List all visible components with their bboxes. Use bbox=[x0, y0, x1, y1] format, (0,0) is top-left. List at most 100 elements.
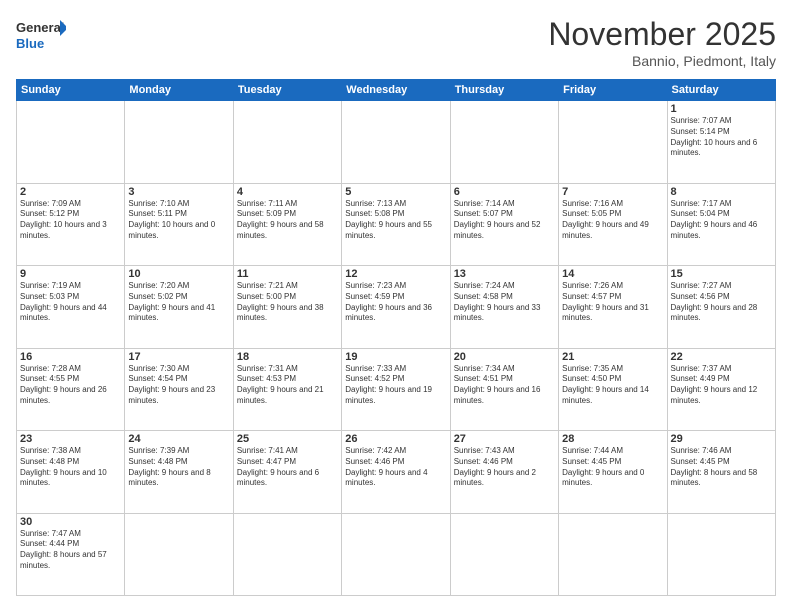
empty-cell bbox=[450, 513, 558, 596]
svg-text:General: General bbox=[16, 20, 64, 35]
day-info: Sunrise: 7:39 AM Sunset: 4:48 PM Dayligh… bbox=[128, 446, 229, 489]
day-info: Sunrise: 7:07 AM Sunset: 5:14 PM Dayligh… bbox=[671, 116, 772, 159]
day-cell-11: 11Sunrise: 7:21 AM Sunset: 5:00 PM Dayli… bbox=[233, 266, 341, 349]
day-cell-15: 15Sunrise: 7:27 AM Sunset: 4:56 PM Dayli… bbox=[667, 266, 775, 349]
weekday-header-row: SundayMondayTuesdayWednesdayThursdayFrid… bbox=[17, 80, 776, 101]
day-number: 17 bbox=[128, 351, 229, 363]
week-row-5: 30Sunrise: 7:47 AM Sunset: 4:44 PM Dayli… bbox=[17, 513, 776, 596]
day-cell-8: 8Sunrise: 7:17 AM Sunset: 5:04 PM Daylig… bbox=[667, 183, 775, 266]
day-cell-1: 1Sunrise: 7:07 AM Sunset: 5:14 PM Daylig… bbox=[667, 101, 775, 184]
day-number: 14 bbox=[562, 268, 663, 280]
day-number: 7 bbox=[562, 186, 663, 198]
day-cell-25: 25Sunrise: 7:41 AM Sunset: 4:47 PM Dayli… bbox=[233, 431, 341, 514]
empty-cell bbox=[233, 513, 341, 596]
day-cell-5: 5Sunrise: 7:13 AM Sunset: 5:08 PM Daylig… bbox=[342, 183, 450, 266]
day-number: 4 bbox=[237, 186, 338, 198]
day-cell-16: 16Sunrise: 7:28 AM Sunset: 4:55 PM Dayli… bbox=[17, 348, 125, 431]
empty-cell bbox=[450, 101, 558, 184]
weekday-header-monday: Monday bbox=[125, 80, 233, 101]
location: Bannio, Piedmont, Italy bbox=[548, 53, 776, 69]
day-number: 24 bbox=[128, 433, 229, 445]
day-cell-3: 3Sunrise: 7:10 AM Sunset: 5:11 PM Daylig… bbox=[125, 183, 233, 266]
day-number: 26 bbox=[345, 433, 446, 445]
day-cell-23: 23Sunrise: 7:38 AM Sunset: 4:48 PM Dayli… bbox=[17, 431, 125, 514]
empty-cell bbox=[667, 513, 775, 596]
day-cell-26: 26Sunrise: 7:42 AM Sunset: 4:46 PM Dayli… bbox=[342, 431, 450, 514]
day-cell-10: 10Sunrise: 7:20 AM Sunset: 5:02 PM Dayli… bbox=[125, 266, 233, 349]
day-cell-24: 24Sunrise: 7:39 AM Sunset: 4:48 PM Dayli… bbox=[125, 431, 233, 514]
weekday-header-friday: Friday bbox=[559, 80, 667, 101]
day-number: 12 bbox=[345, 268, 446, 280]
logo: General Blue bbox=[16, 16, 66, 56]
day-info: Sunrise: 7:41 AM Sunset: 4:47 PM Dayligh… bbox=[237, 446, 338, 489]
day-cell-21: 21Sunrise: 7:35 AM Sunset: 4:50 PM Dayli… bbox=[559, 348, 667, 431]
day-cell-28: 28Sunrise: 7:44 AM Sunset: 4:45 PM Dayli… bbox=[559, 431, 667, 514]
empty-cell bbox=[17, 101, 125, 184]
day-info: Sunrise: 7:24 AM Sunset: 4:58 PM Dayligh… bbox=[454, 281, 555, 324]
day-cell-7: 7Sunrise: 7:16 AM Sunset: 5:05 PM Daylig… bbox=[559, 183, 667, 266]
day-info: Sunrise: 7:33 AM Sunset: 4:52 PM Dayligh… bbox=[345, 364, 446, 407]
day-info: Sunrise: 7:10 AM Sunset: 5:11 PM Dayligh… bbox=[128, 199, 229, 242]
weekday-header-wednesday: Wednesday bbox=[342, 80, 450, 101]
day-info: Sunrise: 7:17 AM Sunset: 5:04 PM Dayligh… bbox=[671, 199, 772, 242]
calendar: SundayMondayTuesdayWednesdayThursdayFrid… bbox=[16, 79, 776, 596]
day-info: Sunrise: 7:23 AM Sunset: 4:59 PM Dayligh… bbox=[345, 281, 446, 324]
day-info: Sunrise: 7:26 AM Sunset: 4:57 PM Dayligh… bbox=[562, 281, 663, 324]
day-number: 1 bbox=[671, 103, 772, 115]
day-number: 13 bbox=[454, 268, 555, 280]
day-number: 30 bbox=[20, 516, 121, 528]
day-number: 22 bbox=[671, 351, 772, 363]
day-number: 27 bbox=[454, 433, 555, 445]
svg-text:Blue: Blue bbox=[16, 36, 44, 51]
day-info: Sunrise: 7:09 AM Sunset: 5:12 PM Dayligh… bbox=[20, 199, 121, 242]
empty-cell bbox=[342, 101, 450, 184]
week-row-3: 16Sunrise: 7:28 AM Sunset: 4:55 PM Dayli… bbox=[17, 348, 776, 431]
weekday-header-saturday: Saturday bbox=[667, 80, 775, 101]
day-number: 25 bbox=[237, 433, 338, 445]
day-cell-27: 27Sunrise: 7:43 AM Sunset: 4:46 PM Dayli… bbox=[450, 431, 558, 514]
empty-cell bbox=[125, 513, 233, 596]
month-title: November 2025 bbox=[548, 16, 776, 53]
day-number: 5 bbox=[345, 186, 446, 198]
day-info: Sunrise: 7:44 AM Sunset: 4:45 PM Dayligh… bbox=[562, 446, 663, 489]
week-row-1: 2Sunrise: 7:09 AM Sunset: 5:12 PM Daylig… bbox=[17, 183, 776, 266]
day-info: Sunrise: 7:38 AM Sunset: 4:48 PM Dayligh… bbox=[20, 446, 121, 489]
week-row-2: 9Sunrise: 7:19 AM Sunset: 5:03 PM Daylig… bbox=[17, 266, 776, 349]
empty-cell bbox=[559, 101, 667, 184]
day-cell-29: 29Sunrise: 7:46 AM Sunset: 4:45 PM Dayli… bbox=[667, 431, 775, 514]
day-number: 3 bbox=[128, 186, 229, 198]
day-cell-18: 18Sunrise: 7:31 AM Sunset: 4:53 PM Dayli… bbox=[233, 348, 341, 431]
day-info: Sunrise: 7:21 AM Sunset: 5:00 PM Dayligh… bbox=[237, 281, 338, 324]
empty-cell bbox=[559, 513, 667, 596]
title-section: November 2025 Bannio, Piedmont, Italy bbox=[548, 16, 776, 69]
day-number: 10 bbox=[128, 268, 229, 280]
day-number: 23 bbox=[20, 433, 121, 445]
day-number: 21 bbox=[562, 351, 663, 363]
day-cell-20: 20Sunrise: 7:34 AM Sunset: 4:51 PM Dayli… bbox=[450, 348, 558, 431]
day-info: Sunrise: 7:42 AM Sunset: 4:46 PM Dayligh… bbox=[345, 446, 446, 489]
day-info: Sunrise: 7:14 AM Sunset: 5:07 PM Dayligh… bbox=[454, 199, 555, 242]
day-info: Sunrise: 7:35 AM Sunset: 4:50 PM Dayligh… bbox=[562, 364, 663, 407]
day-number: 9 bbox=[20, 268, 121, 280]
day-info: Sunrise: 7:37 AM Sunset: 4:49 PM Dayligh… bbox=[671, 364, 772, 407]
day-number: 16 bbox=[20, 351, 121, 363]
logo-svg: General Blue bbox=[16, 16, 66, 56]
empty-cell bbox=[233, 101, 341, 184]
day-info: Sunrise: 7:20 AM Sunset: 5:02 PM Dayligh… bbox=[128, 281, 229, 324]
day-number: 11 bbox=[237, 268, 338, 280]
day-cell-19: 19Sunrise: 7:33 AM Sunset: 4:52 PM Dayli… bbox=[342, 348, 450, 431]
day-cell-6: 6Sunrise: 7:14 AM Sunset: 5:07 PM Daylig… bbox=[450, 183, 558, 266]
day-number: 8 bbox=[671, 186, 772, 198]
weekday-header-tuesday: Tuesday bbox=[233, 80, 341, 101]
day-number: 2 bbox=[20, 186, 121, 198]
empty-cell bbox=[342, 513, 450, 596]
day-number: 6 bbox=[454, 186, 555, 198]
day-cell-22: 22Sunrise: 7:37 AM Sunset: 4:49 PM Dayli… bbox=[667, 348, 775, 431]
day-number: 19 bbox=[345, 351, 446, 363]
day-cell-30: 30Sunrise: 7:47 AM Sunset: 4:44 PM Dayli… bbox=[17, 513, 125, 596]
day-number: 20 bbox=[454, 351, 555, 363]
day-info: Sunrise: 7:28 AM Sunset: 4:55 PM Dayligh… bbox=[20, 364, 121, 407]
page: General Blue November 2025 Bannio, Piedm… bbox=[0, 0, 792, 612]
empty-cell bbox=[125, 101, 233, 184]
day-info: Sunrise: 7:16 AM Sunset: 5:05 PM Dayligh… bbox=[562, 199, 663, 242]
